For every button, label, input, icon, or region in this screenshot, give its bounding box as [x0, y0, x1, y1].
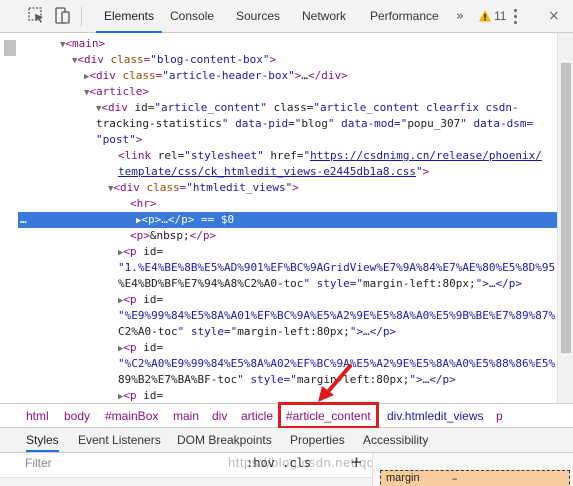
breadcrumb-item-body[interactable]: body [64, 404, 90, 428]
tree-line-article-content-2[interactable]: tracking-statistics" data-pid="blog" dat… [96, 116, 533, 132]
warning-icon[interactable] [478, 9, 492, 23]
subtab-dom-breakpoints[interactable]: DOM Breakpoints [177, 428, 272, 452]
tree-line-p-12[interactable]: ▶<p id= [118, 340, 163, 356]
breadcrumb-item-div[interactable]: div [212, 404, 227, 428]
tab-console[interactable]: Console [170, 0, 214, 33]
hov-label[interactable]: :hov [246, 456, 275, 470]
scrollbar-thumb[interactable] [561, 63, 571, 353]
subtab-accessibility[interactable]: Accessibility [363, 428, 428, 452]
breadcrumb-item-html[interactable]: html [26, 404, 49, 428]
filter-input[interactable]: Filter [25, 456, 52, 470]
margin-label: margin [386, 472, 420, 484]
tree-line-p-11-3[interactable]: C2%A0-toc" style="margin-left:80px;">…</… [118, 324, 396, 340]
kebab-menu-icon[interactable] [514, 9, 518, 27]
breadcrumb-item-mainbox[interactable]: #mainBox [105, 404, 158, 428]
styles-subtabs: Styles Event Listeners DOM Breakpoints P… [0, 428, 573, 453]
tab-sources[interactable]: Sources [236, 0, 280, 33]
tree-line-article[interactable]: ▼<article> [84, 84, 149, 100]
tree-line-article-content-3[interactable]: "post"> [96, 132, 142, 148]
tree-line-link[interactable]: <link rel="stylesheet" href="https://csd… [118, 148, 542, 164]
bottom-strip [0, 478, 372, 486]
tree-line-article-content[interactable]: ▼<div id="article_content" class="articl… [96, 100, 519, 116]
tree-line-main[interactable]: ▼<main> [60, 36, 105, 52]
tree-line-p-10-3[interactable]: %E4%BD%BF%E7%94%A8%C2%A0-toc" style="mar… [118, 276, 522, 292]
left-scroll-thumb[interactable] [4, 40, 16, 56]
tree-line-p-10-2[interactable]: "1.%E4%BE%8B%E5%AD%901%EF%BC%9AGridView%… [118, 260, 555, 276]
toolbar-separator [81, 7, 82, 26]
breadcrumb-item-div-htmledit-views[interactable]: div.htmledit_views [387, 404, 483, 428]
subtab-properties[interactable]: Properties [290, 428, 345, 452]
tree-line-link-2[interactable]: template/css/ck_htmledit_views-e2445db1a… [118, 164, 429, 180]
margin-value: – [452, 472, 458, 485]
cls-label[interactable]: .cls [282, 456, 311, 470]
row-ellipsis-icon[interactable]: … [20, 212, 27, 228]
breadcrumb-item-p[interactable]: p [496, 404, 503, 428]
subtab-styles[interactable]: Styles [26, 428, 59, 452]
tab-elements[interactable]: Elements [96, 0, 162, 33]
new-style-rule-button[interactable]: + [350, 453, 363, 471]
subtab-event-listeners[interactable]: Event Listeners [78, 428, 161, 452]
warning-count[interactable]: 11 [494, 0, 506, 33]
tree-line-p-12-3[interactable]: 89%B2%E7%BA%BF-toc" style="margin-left:8… [118, 372, 456, 388]
breadcrumb-item-article[interactable]: article [241, 404, 273, 428]
devtools-toolbar: Elements Console Sources Network Perform… [0, 0, 573, 33]
tree-line-selected-p[interactable]: ▶<p>…</p> == $0… [18, 212, 557, 228]
tab-network[interactable]: Network [302, 0, 346, 33]
tree-line-htmledit-views[interactable]: ▼<div class="htmledit_views"> [108, 180, 299, 196]
more-tabs-button[interactable]: » [456, 0, 464, 33]
tree-line-article-header-box[interactable]: ▶<div class="article-header-box">…</div> [84, 68, 348, 84]
tree-line-nbsp[interactable]: <p>&nbsp;</p> [130, 228, 216, 244]
tree-line-blog-content-box[interactable]: ▼<div class="blog-content-box"> [72, 52, 276, 68]
tree-line-p-10[interactable]: ▶<p id= [118, 244, 163, 260]
hov-toggle[interactable]: :hov .cls [246, 456, 311, 470]
elements-tree[interactable]: ▼<main> ▼<div class="blog-content-box"> ▶<… [0, 33, 557, 403]
tab-performance[interactable]: Performance [370, 0, 439, 33]
highlight-annotation-box [278, 402, 379, 429]
close-devtools-button[interactable]: × [548, 0, 560, 33]
tree-line-p-11[interactable]: ▶<p id= [118, 292, 163, 308]
red-arrow-annotation-icon [318, 364, 352, 402]
inspect-cursor-icon[interactable] [27, 6, 47, 26]
device-toggle-icon[interactable] [53, 6, 73, 26]
tree-line-p-13[interactable]: ▶<p id= [118, 388, 163, 403]
tree-line-p-11-2[interactable]: "%E9%99%84%E5%8A%A01%EF%BC%9A%E5%A2%9E%E… [118, 308, 555, 324]
breadcrumb-item-main[interactable]: main [173, 404, 199, 428]
vertical-scrollbar[interactable] [557, 33, 573, 403]
tree-line-hr[interactable]: <hr> [130, 196, 157, 212]
